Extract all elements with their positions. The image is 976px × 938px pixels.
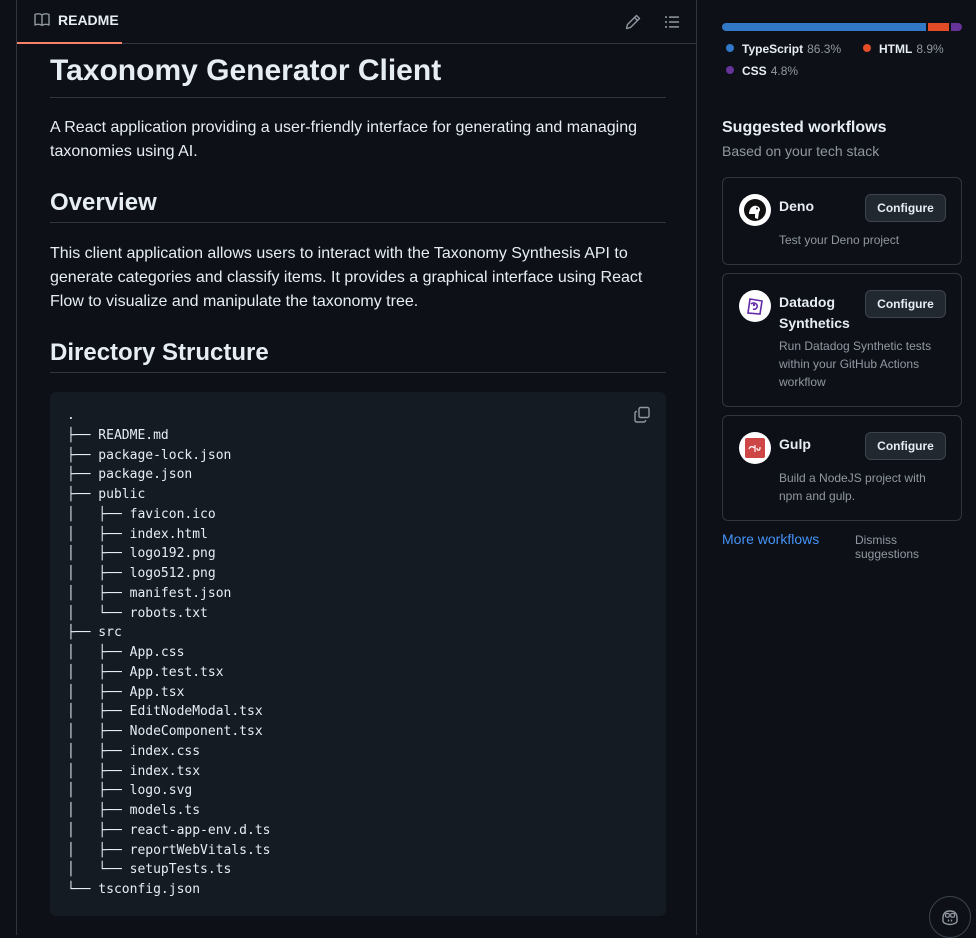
- workflow-description: Run Datadog Synthetic tests within your …: [779, 339, 932, 389]
- suggested-workflows-subtitle: Based on your tech stack: [722, 143, 880, 159]
- directory-structure-heading: Directory Structure: [50, 339, 666, 373]
- workflow-name: Gulp: [779, 436, 811, 452]
- overview-paragraph: This client application allows users to …: [50, 245, 643, 310]
- configure-gulp-button[interactable]: Configure: [865, 432, 946, 460]
- more-workflows-link[interactable]: More workflows: [722, 531, 819, 547]
- readme-tab-label: README: [58, 12, 119, 28]
- language-name: HTML: [879, 42, 913, 56]
- workflow-description: Test your Deno project: [779, 233, 900, 247]
- language-name: CSS: [742, 64, 767, 78]
- deno-icon: [739, 194, 771, 226]
- outline-button[interactable]: [660, 10, 684, 34]
- list-unordered-icon: [665, 16, 679, 28]
- readme-title: Taxonomy Generator Client: [50, 54, 666, 98]
- language-bar: [722, 23, 962, 31]
- copy-button[interactable]: [632, 405, 652, 425]
- configure-datadog-button[interactable]: Configure: [865, 290, 946, 318]
- language-bar-segment-css: [950, 23, 962, 31]
- workflow-card-gulp: Gulp Build a NodeJS project with npm and…: [722, 415, 962, 521]
- language-bar-segment-html: [927, 23, 949, 31]
- pencil-icon: [625, 14, 641, 30]
- gulp-icon: [739, 432, 771, 464]
- copilot-button[interactable]: [929, 896, 971, 938]
- dismiss-suggestions-button[interactable]: Dismiss suggestions: [855, 533, 962, 561]
- workflow-name: Datadog Synthetics: [779, 294, 850, 331]
- language-percent: 86.3%: [807, 42, 842, 56]
- css-dot: [726, 66, 734, 74]
- workflow-card-datadog: Datadog Synthetics Run Datadog Synthetic…: [722, 273, 962, 407]
- workflow-name: Deno: [779, 198, 814, 214]
- readme-panel: README Taxonomy Generator Client A React…: [16, 0, 697, 935]
- workflow-description: Build a NodeJS project with npm and gulp…: [779, 471, 926, 503]
- copilot-icon: [942, 910, 958, 926]
- language-html[interactable]: HTML 8.9%: [863, 42, 944, 56]
- language-name: TypeScript: [742, 42, 804, 56]
- datadog-icon: [739, 290, 771, 322]
- configure-deno-button[interactable]: Configure: [865, 194, 946, 222]
- readme-header: README: [17, 0, 697, 44]
- copy-icon: [634, 406, 650, 423]
- code-block: . ├── README.md ├── package-lock.json ├─…: [50, 392, 666, 916]
- html-dot: [863, 44, 871, 52]
- language-bar-segment-typescript: [722, 23, 926, 31]
- readme-tab[interactable]: README: [17, 0, 122, 44]
- suggested-workflows-title: Suggested workflows: [722, 119, 887, 136]
- language-typescript[interactable]: TypeScript 86.3%: [726, 42, 841, 56]
- intro-paragraph: A React application providing a user-fri…: [50, 119, 638, 160]
- typescript-dot: [726, 44, 734, 52]
- language-percent: 4.8%: [770, 64, 799, 78]
- workflow-card-deno: Deno Test your Deno project Configure: [722, 177, 962, 265]
- language-css[interactable]: CSS 4.8%: [726, 64, 798, 78]
- overview-heading: Overview: [50, 189, 666, 223]
- book-icon: [34, 12, 50, 33]
- edit-file-button[interactable]: [621, 10, 645, 34]
- language-percent: 8.9%: [916, 42, 944, 56]
- directory-tree: . ├── README.md ├── package-lock.json ├─…: [67, 408, 271, 897]
